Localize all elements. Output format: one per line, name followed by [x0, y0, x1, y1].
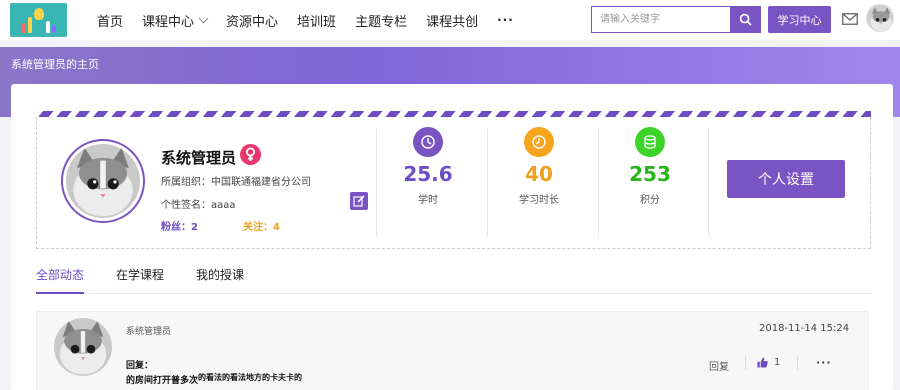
- feed-content: 的房间打开普多次的看法的看法地方的卡夫卡的: [126, 373, 302, 386]
- top-header: 首页 课程中心 资源中心 培训班 主题专栏 课程共创 ··· 学习中心: [0, 0, 900, 40]
- stat-value: 25.6: [403, 162, 453, 186]
- org-label: 所属组织：: [161, 177, 211, 188]
- feed-content-sub: 的看法的看法地方的卡夫卡的: [198, 373, 303, 382]
- chevron-down-icon: [198, 13, 209, 23]
- like-count: 1: [774, 357, 781, 368]
- stat-label: 学时: [418, 195, 438, 206]
- nav-more-button[interactable]: ···: [497, 13, 514, 27]
- divider: [598, 129, 599, 237]
- feed-reply-label: 回复：: [126, 361, 154, 371]
- profile-org: 所属组织：中国联通福建省分公司: [161, 173, 311, 188]
- nav-item-topics[interactable]: 主题专栏: [355, 11, 407, 30]
- stat-points: 253 积分: [610, 127, 690, 206]
- profile-name: 系统管理员: [161, 149, 237, 167]
- tab-all-activity[interactable]: 全部动态: [36, 267, 85, 294]
- follow-count[interactable]: 关注：4: [243, 218, 280, 233]
- feed-content-main: 的房间打开普多次: [126, 376, 199, 386]
- nav-item-home[interactable]: 首页: [97, 11, 123, 30]
- clock-icon: [524, 127, 554, 157]
- site-logo[interactable]: [10, 3, 67, 37]
- nav-item-courses[interactable]: 课程中心: [142, 11, 209, 30]
- thumbs-up-icon: [757, 357, 768, 368]
- credit-hour-icon: [413, 127, 443, 157]
- org-value: 中国联通福建省分公司: [211, 177, 311, 188]
- like-button[interactable]: 1: [757, 357, 780, 368]
- divider: [487, 129, 488, 237]
- profile-card: 系统管理员 所属组织：中国联通福建省分公司 个性签名：aaaa 粉丝：2 关注：…: [11, 84, 893, 390]
- user-avatar[interactable]: [866, 4, 894, 32]
- main-nav: 首页 课程中心 资源中心 培训班 主题专栏 课程共创 ···: [97, 0, 533, 40]
- fans-label: 粉丝：: [161, 222, 191, 233]
- tab-my-teaching[interactable]: 我的授课: [196, 267, 244, 294]
- stat-value: 253: [629, 162, 671, 186]
- signature-label: 个性签名：: [161, 200, 211, 211]
- stat-label: 积分: [640, 195, 660, 206]
- follow-value: 4: [273, 222, 280, 233]
- nav-item-resources[interactable]: 资源中心: [226, 11, 278, 30]
- nav-item-training[interactable]: 培训班: [297, 11, 336, 30]
- search-button[interactable]: [730, 7, 760, 32]
- reply-button[interactable]: 回复: [709, 358, 729, 373]
- stat-value: 40: [525, 162, 553, 186]
- nav-item-cocreate[interactable]: 课程共创: [426, 11, 478, 30]
- profile-avatar: [61, 139, 145, 223]
- profile-summary: 系统管理员 所属组织：中国联通福建省分公司 个性签名：aaaa 粉丝：2 关注：…: [36, 117, 871, 249]
- personal-settings-button[interactable]: 个人设置: [727, 160, 845, 198]
- stat-study-duration: 40 学习时长: [499, 127, 579, 206]
- fans-value: 2: [191, 222, 198, 233]
- fans-count[interactable]: 粉丝：2: [161, 218, 198, 233]
- stat-label: 学习时长: [519, 195, 559, 206]
- study-center-button[interactable]: 学习中心: [768, 6, 831, 33]
- tab-learning-courses[interactable]: 在学课程: [116, 267, 164, 294]
- cat-avatar-image: [66, 144, 140, 218]
- signature-value: aaaa: [211, 200, 236, 211]
- divider: [376, 129, 377, 237]
- nav-item-label: 课程中心: [142, 14, 195, 30]
- divider: [797, 356, 798, 370]
- coins-icon: [635, 127, 665, 157]
- search-input[interactable]: [592, 7, 730, 32]
- mail-icon[interactable]: [842, 13, 858, 25]
- profile-signature: 个性签名：aaaa: [161, 196, 236, 211]
- search-bar: [591, 6, 761, 33]
- feed-timestamp: 2018-11-14 15:24: [759, 323, 850, 334]
- feed-avatar[interactable]: [54, 318, 112, 376]
- more-options-button[interactable]: ···: [816, 356, 832, 369]
- activity-tabs: 全部动态 在学课程 我的授课: [36, 267, 871, 294]
- edit-icon[interactable]: [350, 192, 368, 210]
- feed-username[interactable]: 系统管理员: [126, 324, 171, 337]
- feed-item: 系统管理员 2018-11-14 15:24 回复： 的房间打开普多次的看法的看…: [36, 311, 869, 390]
- divider: [708, 129, 709, 237]
- follow-label: 关注：: [243, 222, 273, 233]
- stat-credit-hours: 25.6 学时: [388, 127, 468, 206]
- page-title: 系统管理员的主页: [11, 58, 99, 71]
- female-icon: [240, 144, 261, 165]
- search-icon: [739, 13, 751, 26]
- divider: [745, 356, 746, 370]
